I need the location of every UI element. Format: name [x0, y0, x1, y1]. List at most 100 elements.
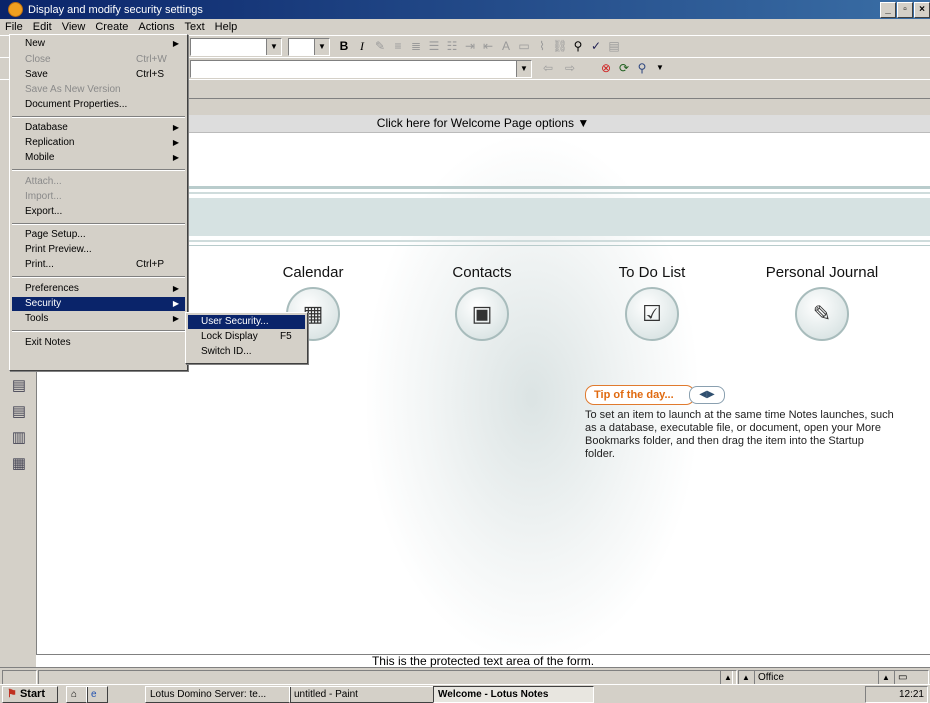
quicklaunch-icon[interactable]: ⌂: [66, 686, 88, 703]
minimize-button[interactable]: _: [880, 2, 896, 18]
system-tray: 12:21: [865, 686, 928, 703]
menu-item-import[interactable]: Import...: [12, 190, 185, 204]
bookmark-folder-icon[interactable]: ▦: [9, 454, 29, 472]
task-paint[interactable]: untitled - Paint: [289, 686, 435, 703]
align-left-icon[interactable]: ≡: [390, 38, 406, 54]
menu-item-security[interactable]: Security ▶: [12, 297, 185, 311]
submenu-arrow-icon: ▶: [172, 299, 179, 308]
numbered-list-icon[interactable]: ☷: [444, 38, 460, 54]
location-selector[interactable]: Office: [754, 670, 879, 685]
menu-item-save-as-new-version[interactable]: Save As New Version: [12, 83, 185, 97]
menu-bar: File Edit View Create Actions Text Help: [0, 19, 930, 35]
menu-item-new[interactable]: New ▶: [12, 37, 185, 51]
chevron-down-icon: ▼: [266, 39, 281, 55]
windows-flag-icon: ⚑: [7, 688, 17, 700]
bookmark-folder-icon[interactable]: ▤: [9, 376, 29, 394]
location-up-arrow-icon[interactable]: ▲: [878, 670, 895, 685]
menu-text[interactable]: Text: [179, 21, 209, 33]
highlighter-icon[interactable]: ✎: [372, 38, 388, 54]
start-button[interactable]: ⚑ Start: [2, 686, 58, 703]
menu-item-preferences[interactable]: Preferences ▶: [12, 282, 185, 296]
launch-journal[interactable]: Personal Journal ✎: [752, 264, 892, 341]
tip-title[interactable]: Tip of the day...: [585, 385, 695, 405]
menu-separator: [12, 169, 185, 171]
menu-item-switch-id[interactable]: Switch ID...: [188, 345, 305, 359]
journal-icon: ✎: [795, 287, 849, 341]
tip-text: To set an item to launch at the same tim…: [585, 409, 894, 460]
link-icon[interactable]: ⛓: [552, 38, 568, 54]
menu-create[interactable]: Create: [90, 21, 133, 33]
menu-item-replication[interactable]: Replication ▶: [12, 136, 185, 150]
search-dropdown-icon[interactable]: ▼: [652, 60, 668, 76]
menu-item-exit-notes[interactable]: Exit Notes: [12, 336, 185, 350]
task-lotus-notes[interactable]: Welcome - Lotus Notes: [433, 686, 594, 703]
align-center-icon[interactable]: ≣: [408, 38, 424, 54]
address-combo[interactable]: ▼: [190, 60, 532, 78]
menu-item-user-security[interactable]: User Security...: [188, 315, 305, 329]
contacts-icon: ▣: [455, 287, 509, 341]
properties-icon[interactable]: ▤: [606, 38, 622, 54]
refresh-icon[interactable]: ⟳: [616, 60, 632, 76]
menu-separator: [12, 276, 185, 278]
submenu-arrow-icon: ▶: [172, 314, 179, 323]
launch-label: To Do List: [618, 264, 686, 281]
menu-file[interactable]: File: [0, 21, 28, 33]
submenu-arrow-icon: ▶: [172, 123, 179, 132]
security-submenu: User Security... Lock Display F5 Switch I…: [185, 312, 308, 364]
task-domino-server[interactable]: Lotus Domino Server: te...: [145, 686, 291, 703]
menu-item-mobile[interactable]: Mobile ▶: [12, 151, 185, 165]
bookmark-folder-icon[interactable]: ▤: [9, 402, 29, 420]
menu-actions[interactable]: Actions: [133, 21, 179, 33]
tip-nav-arrows-icon[interactable]: ◀▶: [689, 386, 725, 404]
menu-item-database[interactable]: Database ▶: [12, 121, 185, 135]
ie-icon[interactable]: e: [86, 686, 108, 703]
menu-item-lock-display[interactable]: Lock Display F5: [188, 330, 305, 344]
text-style-icon[interactable]: A: [498, 38, 514, 54]
launch-contacts[interactable]: Contacts ▣: [412, 264, 552, 341]
menu-item-save[interactable]: Save Ctrl+S: [12, 68, 185, 82]
status-up-arrow-icon[interactable]: ▲: [738, 670, 755, 685]
menu-separator: [12, 330, 185, 332]
stop-icon[interactable]: ⊗: [598, 60, 614, 76]
mail-status-icon[interactable]: ▭: [894, 670, 929, 685]
indent-icon[interactable]: ⇥: [462, 38, 478, 54]
window-title: Display and modify security settings: [28, 3, 203, 16]
menu-item-tools[interactable]: Tools ▶: [12, 312, 185, 326]
restore-button[interactable]: ▫: [897, 2, 913, 18]
menu-separator: [12, 116, 185, 118]
menu-item-page-setup[interactable]: Page Setup...: [12, 228, 185, 242]
lotus-notes-logo-icon: [8, 2, 23, 17]
search-icon[interactable]: ⚲: [634, 60, 650, 76]
todo-icon: ☑: [625, 287, 679, 341]
close-button[interactable]: ×: [914, 2, 930, 18]
italic-icon[interactable]: I: [354, 38, 370, 54]
back-icon[interactable]: ⇦: [540, 60, 556, 76]
bookmark-folder-icon[interactable]: ▥: [9, 428, 29, 446]
spellcheck-icon[interactable]: ✓: [588, 38, 604, 54]
menu-item-document-properties[interactable]: Document Properties...: [12, 98, 185, 112]
menu-separator: [12, 223, 185, 225]
menu-help[interactable]: Help: [210, 21, 243, 33]
launch-label: Contacts: [452, 264, 512, 281]
menu-item-print[interactable]: Print... Ctrl+P: [12, 258, 185, 272]
menu-item-export[interactable]: Export...: [12, 205, 185, 219]
forward-icon[interactable]: ⇨: [562, 60, 578, 76]
bullet-list-icon[interactable]: ☰: [426, 38, 442, 54]
protected-text-area: This is the protected text area of the f…: [36, 654, 930, 667]
font-size-combo[interactable]: ▼: [288, 38, 330, 56]
status-message: [38, 670, 733, 685]
style-combo[interactable]: ▼: [190, 38, 282, 56]
menu-edit[interactable]: Edit: [28, 21, 57, 33]
menu-item-attach[interactable]: Attach...: [12, 175, 185, 189]
menu-item-close[interactable]: Close Ctrl+W: [12, 53, 185, 67]
status-up-arrow-icon[interactable]: ▲: [720, 670, 737, 685]
find-icon[interactable]: ⚲: [570, 38, 586, 54]
menu-view[interactable]: View: [57, 21, 91, 33]
menu-item-print-preview[interactable]: Print Preview...: [12, 243, 185, 257]
launch-todo[interactable]: To Do List ☑: [582, 264, 722, 341]
attach-icon[interactable]: ⌇: [534, 38, 550, 54]
table-icon[interactable]: ▭: [516, 38, 532, 54]
status-indicator[interactable]: [2, 670, 37, 685]
bold-icon[interactable]: B: [336, 38, 352, 54]
outdent-icon[interactable]: ⇤: [480, 38, 496, 54]
